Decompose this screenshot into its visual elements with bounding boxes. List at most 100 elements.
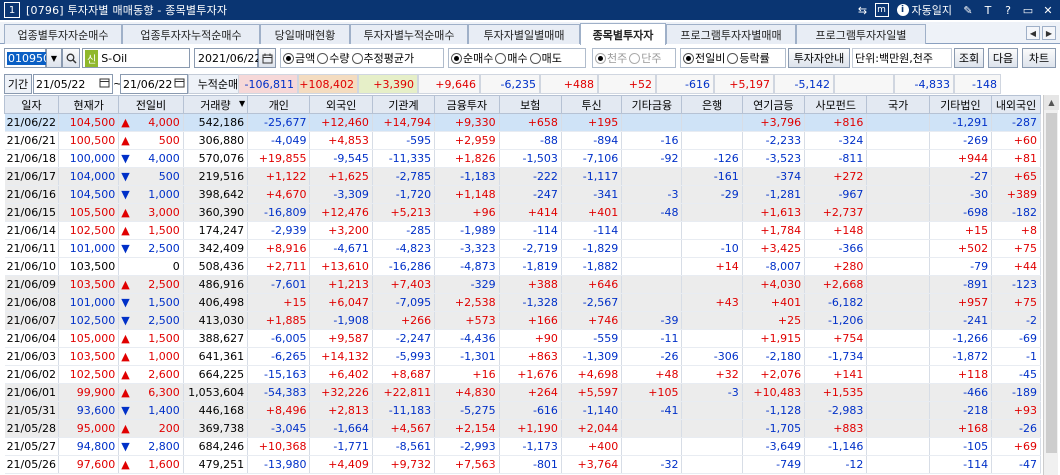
- radio-sell[interactable]: 매도: [529, 50, 562, 66]
- chart-button[interactable]: 차트: [1022, 48, 1056, 68]
- restore-icon[interactable]: ▭: [1020, 2, 1036, 18]
- tab-stock-investor[interactable]: 종목별투자자: [580, 23, 666, 45]
- table-row[interactable]: 21/06/15 105,500 ▲ 3,000 360,390 -16,809 +12,4…: [4, 203, 1041, 222]
- investor-value-cell: +195: [561, 113, 623, 132]
- column-header[interactable]: 사모펀드: [804, 95, 868, 114]
- change-value: 4,000: [148, 152, 180, 165]
- table-row[interactable]: 21/05/28 95,000 ▲ 200 369,738 -3,045 -1,664 +4,…: [4, 419, 1041, 438]
- table-row[interactable]: 21/06/04 105,000 ▲ 1,500 388,627 -6,005 +9,587…: [4, 329, 1041, 348]
- stock-code-input[interactable]: 010950: [4, 48, 51, 68]
- radio-single-shares[interactable]: 단주: [629, 50, 662, 66]
- table-row[interactable]: 21/06/14 102,500 ▲ 1,500 174,247 -2,939 +3,200…: [4, 221, 1041, 240]
- scroll-thumb[interactable]: [1046, 113, 1057, 453]
- column-header[interactable]: 보험: [498, 95, 562, 114]
- price-cell: 93,600: [58, 401, 120, 420]
- table-row[interactable]: 21/06/16 104,500 ▼ 1,000 398,642 +4,670 -3,309…: [4, 185, 1041, 204]
- cumulative-value: -6,235: [480, 74, 540, 94]
- column-header[interactable]: 금융투자: [434, 95, 500, 114]
- investor-value-cell: -114: [499, 221, 562, 240]
- next-button[interactable]: 다음: [988, 48, 1018, 68]
- scroll-up-icon[interactable]: ▲: [1044, 95, 1059, 110]
- pin-icon[interactable]: ✎: [960, 2, 976, 18]
- column-header[interactable]: 은행: [681, 95, 743, 114]
- table-row[interactable]: 21/06/10 103,500 0 508,436 +2,711 +13,610 -16,…: [4, 257, 1041, 276]
- font-size-icon[interactable]: T: [980, 2, 996, 18]
- radio-change-rate[interactable]: 등락률: [727, 50, 770, 66]
- help-icon[interactable]: ?: [1000, 2, 1016, 18]
- table-row[interactable]: 21/05/27 94,800 ▼ 2,800 684,246 +10,368 -1,771…: [4, 437, 1041, 456]
- column-header[interactable]: 기타금융: [621, 95, 683, 114]
- tab-program-daily[interactable]: 프로그램투자자일별: [796, 24, 926, 44]
- investor-value-cell: [866, 383, 930, 402]
- column-header[interactable]: 기타법인: [928, 95, 993, 114]
- date-cell: 21/06/11: [4, 239, 60, 258]
- column-header[interactable]: 일자: [3, 95, 60, 114]
- radio-thousand-shares[interactable]: 천주: [595, 50, 627, 66]
- search-icon[interactable]: [62, 48, 80, 68]
- tab-program-investor[interactable]: 프로그램투자자별매매: [666, 24, 796, 44]
- radio-amount[interactable]: 금액: [283, 50, 315, 66]
- table-row[interactable]: 21/06/22 104,500 ▲ 4,000 542,186 -25,677 +12,4…: [4, 113, 1041, 132]
- code-dropdown-icon[interactable]: ▼: [46, 48, 62, 68]
- column-header[interactable]: 현재가: [58, 95, 120, 114]
- table-row[interactable]: 21/06/01 99,900 ▲ 6,300 1,053,604 -54,383 +32,…: [4, 383, 1041, 402]
- radio-buy[interactable]: 매수: [495, 50, 528, 66]
- table-row[interactable]: 21/06/17 104,000 ▼ 500 219,516 +1,122 +1,625 -2…: [4, 167, 1041, 186]
- tab-daily-trading[interactable]: 당일매매현황: [260, 24, 350, 44]
- column-header[interactable]: 국가: [866, 95, 930, 114]
- calendar-icon[interactable]: [258, 48, 276, 68]
- tab-investor-daily[interactable]: 투자자별일별매매: [468, 24, 580, 44]
- close-icon[interactable]: ✕: [1040, 2, 1056, 18]
- price-cell: 102,500: [58, 365, 120, 384]
- table-row[interactable]: 21/05/26 97,600 ▲ 1,600 479,251 -13,980 +4,409…: [4, 455, 1041, 474]
- tab-sector-cumulative[interactable]: 업종투자자누적순매수: [122, 24, 260, 44]
- period-from-field[interactable]: 21/05/22: [33, 74, 113, 94]
- radio-prev-diff[interactable]: 전일비: [683, 50, 725, 66]
- investor-value-cell: [621, 437, 683, 456]
- stock-name-field[interactable]: 신 S-Oil: [82, 48, 190, 68]
- table-row[interactable]: 21/06/21 100,500 ▲ 500 306,880 -4,049 +4,853 -5…: [4, 131, 1041, 150]
- investor-value-cell: +272: [804, 167, 868, 186]
- table-row[interactable]: 21/06/11 101,000 ▼ 2,500 342,409 +8,916 -4,671…: [4, 239, 1041, 258]
- date-cell: 21/06/14: [4, 221, 60, 240]
- radio-avg-price[interactable]: 추정평균가: [351, 50, 414, 66]
- investor-value-cell: -114: [561, 221, 623, 240]
- change-cell: ▼ 1,400: [118, 401, 184, 420]
- cumulative-value: -148: [954, 74, 1001, 94]
- investor-guide-button[interactable]: 투자자안내: [788, 48, 850, 68]
- column-header[interactable]: 내외국인: [991, 95, 1041, 114]
- tab-next-icon[interactable]: ▶: [1042, 26, 1056, 40]
- table-row[interactable]: 21/06/07 102,500 ▼ 2,500 413,030 +1,885 -1,908…: [4, 311, 1041, 330]
- tab-investor-cumulative[interactable]: 투자자별누적순매수: [350, 24, 468, 44]
- column-header[interactable]: 거래량 ▼: [182, 95, 249, 114]
- table-row[interactable]: 21/06/08 101,000 ▼ 1,500 406,498 +15 +6,047 -7,…: [4, 293, 1041, 312]
- auto-journal-button[interactable]: i 자동일지: [893, 2, 956, 18]
- table-row[interactable]: 21/06/03 103,500 ▲ 1,000 641,361 -6,265 +14,13…: [4, 347, 1041, 366]
- nav-arrow-icon[interactable]: ⇆: [855, 2, 871, 18]
- radio-quantity[interactable]: 수량: [317, 50, 350, 66]
- period-to-field[interactable]: 21/06/22: [120, 74, 188, 94]
- column-header[interactable]: 외국인: [309, 95, 373, 114]
- calendar-icon[interactable]: [174, 77, 185, 91]
- date-input[interactable]: 2021/06/22: [194, 48, 261, 68]
- investor-value-cell: -306: [681, 347, 743, 366]
- vertical-scrollbar[interactable]: ▲: [1043, 95, 1059, 475]
- sort-icon[interactable]: ▼: [239, 99, 245, 108]
- change-value: 1,400: [148, 404, 180, 417]
- column-header[interactable]: 전일비: [118, 95, 184, 114]
- column-header[interactable]: 연기금등: [741, 95, 806, 114]
- column-header[interactable]: 개인: [247, 95, 311, 114]
- column-header[interactable]: 투신: [560, 95, 623, 114]
- tab-prev-icon[interactable]: ◀: [1026, 26, 1040, 40]
- column-header[interactable]: 기관계: [371, 95, 436, 114]
- tab-sector-investor[interactable]: 업종별투자자순매수: [4, 24, 122, 44]
- table-row[interactable]: 21/06/02 102,500 ▲ 2,600 664,225 -15,163 +6,40…: [4, 365, 1041, 384]
- query-button[interactable]: 조회: [954, 48, 984, 68]
- table-row[interactable]: 21/06/18 100,000 ▼ 4,000 570,076 +19,855 -9,54…: [4, 149, 1041, 168]
- table-row[interactable]: 21/06/09 103,500 ▲ 2,500 486,916 -7,601 +1,213…: [4, 275, 1041, 294]
- table-row[interactable]: 21/05/31 93,600 ▼ 1,400 446,168 +8,496 +2,813-…: [4, 401, 1041, 420]
- investor-value-cell: -559: [561, 329, 623, 348]
- memo-icon[interactable]: m: [874, 3, 889, 17]
- radio-net-buy[interactable]: 순매수: [451, 50, 493, 66]
- calendar-icon[interactable]: [99, 77, 110, 91]
